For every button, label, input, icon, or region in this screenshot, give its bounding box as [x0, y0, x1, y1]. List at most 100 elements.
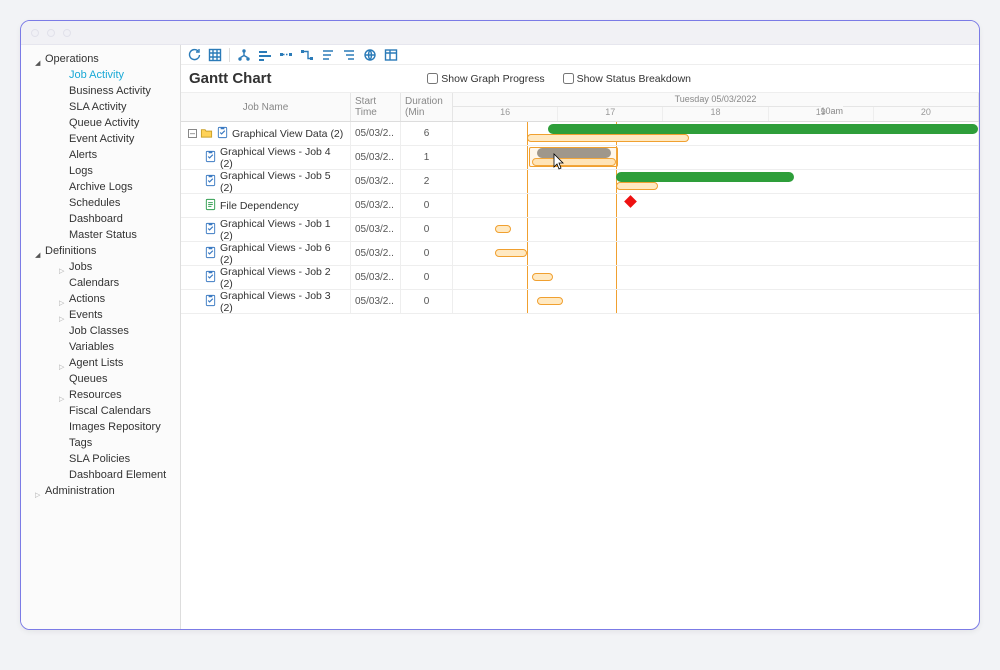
tree-toggle-icon[interactable]	[35, 487, 43, 495]
cell-job-name[interactable]: Graphical Views - Job 5 (2)	[181, 170, 351, 193]
gantt-bar[interactable]	[527, 134, 690, 142]
sidebar-item[interactable]: Dashboard	[69, 212, 123, 226]
gantt-milestone-diamond[interactable]	[624, 195, 637, 208]
sidebar-item[interactable]: SLA Activity	[69, 100, 126, 114]
cell-duration: 6	[401, 122, 453, 145]
tree-icon[interactable]	[237, 48, 251, 62]
sidebar-item[interactable]: Images Repository	[69, 420, 161, 434]
sidebar-item[interactable]: Actions	[69, 292, 105, 306]
gantt-bar[interactable]	[616, 172, 795, 182]
show-graph-progress-input[interactable]	[427, 73, 438, 84]
cell-job-name[interactable]: Graphical Views - Job 2 (2)	[181, 266, 351, 289]
row-collapse-toggle[interactable]: –	[188, 129, 197, 138]
tree-toggle-icon[interactable]	[59, 391, 67, 399]
sidebar-item[interactable]: Queue Activity	[69, 116, 139, 130]
gantt-bar[interactable]	[616, 182, 658, 190]
gantt-bar[interactable]	[495, 225, 511, 234]
sidebar-item[interactable]: Alerts	[69, 148, 97, 162]
cell-gantt	[453, 242, 979, 265]
nodes-icon[interactable]	[279, 48, 293, 62]
bars-icon[interactable]	[258, 48, 272, 62]
table-row[interactable]: Graphical Views - Job 1 (2)05/03/2..0	[181, 218, 979, 242]
flow-icon[interactable]	[300, 48, 314, 62]
show-graph-progress-checkbox[interactable]: Show Graph Progress	[427, 73, 544, 85]
tree-toggle-icon[interactable]	[59, 359, 67, 367]
job-icon	[204, 246, 217, 262]
timeline-tick: 20	[873, 107, 978, 121]
refresh-icon[interactable]	[187, 48, 201, 62]
table-icon[interactable]	[384, 48, 398, 62]
sidebar-item[interactable]: Jobs	[69, 260, 92, 274]
sidebar-item[interactable]: Business Activity	[69, 84, 151, 98]
col-header-duration[interactable]: Duration (Min	[401, 93, 453, 121]
sidebar-item[interactable]: Master Status	[69, 228, 137, 242]
tree-toggle-icon[interactable]	[59, 263, 67, 271]
align-icon[interactable]	[342, 48, 356, 62]
sidebar-item[interactable]: Schedules	[69, 196, 120, 210]
cell-start-time: 05/03/2..	[351, 266, 401, 289]
cell-job-name[interactable]: File Dependency	[181, 194, 351, 217]
tree-spacer	[59, 103, 67, 111]
globe-icon[interactable]	[363, 48, 377, 62]
cell-start-time: 05/03/2..	[351, 194, 401, 217]
sidebar-item[interactable]: Events	[69, 308, 103, 322]
cell-gantt	[453, 170, 979, 193]
grid-icon[interactable]	[208, 48, 222, 62]
table-row[interactable]: –Graphical View Data (2)05/03/2..6	[181, 122, 979, 146]
sidebar-section[interactable]: Operations	[45, 52, 99, 66]
sidebar-item[interactable]: Calendars	[69, 276, 119, 290]
tree-toggle-icon[interactable]	[35, 55, 43, 63]
window-titlebar	[21, 21, 979, 45]
tree-spacer	[59, 199, 67, 207]
sidebar-item[interactable]: SLA Policies	[69, 452, 130, 466]
sidebar-item[interactable]: Archive Logs	[69, 180, 133, 194]
show-status-breakdown-checkbox[interactable]: Show Status Breakdown	[563, 73, 691, 85]
sidebar-item[interactable]: Queues	[69, 372, 108, 386]
col-header-name[interactable]: Job Name	[181, 93, 351, 121]
table-row[interactable]: Graphical Views - Job 4 (2)05/03/2..1	[181, 146, 979, 170]
gantt-bar[interactable]	[529, 147, 618, 167]
sidebar-item[interactable]: Event Activity	[69, 132, 134, 146]
tree-spacer	[59, 423, 67, 431]
cell-job-name[interactable]: –Graphical View Data (2)	[181, 122, 351, 145]
cell-job-name[interactable]: Graphical Views - Job 1 (2)	[181, 218, 351, 241]
table-row[interactable]: Graphical Views - Job 6 (2)05/03/2..0	[181, 242, 979, 266]
gantt-bar[interactable]	[495, 249, 527, 258]
job-icon	[204, 150, 217, 166]
cell-job-name[interactable]: Graphical Views - Job 3 (2)	[181, 290, 351, 313]
tree-toggle-icon[interactable]	[59, 295, 67, 303]
list-icon[interactable]	[321, 48, 335, 62]
window-dot	[31, 29, 39, 37]
table-row[interactable]: Graphical Views - Job 5 (2)05/03/2..2	[181, 170, 979, 194]
tree-toggle-icon[interactable]	[35, 247, 43, 255]
cell-job-name[interactable]: Graphical Views - Job 4 (2)	[181, 146, 351, 169]
cell-duration: 0	[401, 218, 453, 241]
cell-job-name[interactable]: Graphical Views - Job 6 (2)	[181, 242, 351, 265]
sidebar-item[interactable]: Fiscal Calendars	[69, 404, 151, 418]
sidebar-item[interactable]: Resources	[69, 388, 122, 402]
col-header-start[interactable]: Start Time	[351, 93, 401, 121]
gantt-bar[interactable]	[537, 297, 563, 306]
page-title: Gantt Chart	[189, 70, 272, 87]
sidebar-item[interactable]: Variables	[69, 340, 114, 354]
gantt-bar[interactable]	[548, 124, 979, 134]
sidebar-section[interactable]: Definitions	[45, 244, 96, 258]
sidebar-item[interactable]: Logs	[69, 164, 93, 178]
cell-gantt	[453, 194, 979, 217]
sidebar-section[interactable]: Administration	[45, 484, 115, 498]
sidebar-item[interactable]: Agent Lists	[69, 356, 123, 370]
tree-spacer	[59, 231, 67, 239]
sidebar-item[interactable]: Job Activity	[69, 68, 124, 82]
cell-gantt	[453, 266, 979, 289]
show-status-breakdown-input[interactable]	[563, 73, 574, 84]
sidebar-item[interactable]: Job Classes	[69, 324, 129, 338]
table-row[interactable]: Graphical Views - Job 3 (2)05/03/2..0	[181, 290, 979, 314]
gantt-bar[interactable]	[532, 273, 553, 282]
tree-toggle-icon[interactable]	[59, 311, 67, 319]
sidebar-item[interactable]: Dashboard Element	[69, 468, 166, 482]
sidebar-item[interactable]: Tags	[69, 436, 92, 450]
table-row[interactable]: File Dependency05/03/2..0	[181, 194, 979, 218]
gantt-guideline	[616, 266, 617, 289]
gantt-guideline	[616, 242, 617, 265]
table-row[interactable]: Graphical Views - Job 2 (2)05/03/2..0	[181, 266, 979, 290]
